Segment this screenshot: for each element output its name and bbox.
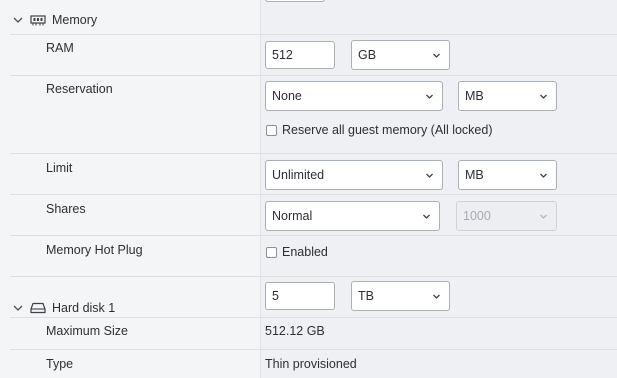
reservation-select[interactable]: None bbox=[265, 81, 443, 111]
reservation-value: None bbox=[272, 89, 302, 103]
caret-down-icon bbox=[426, 94, 433, 99]
memory-chip-icon bbox=[30, 15, 46, 26]
maximum-size-value: 512.12 GB bbox=[265, 324, 325, 338]
row-divider bbox=[10, 235, 617, 236]
limit-label: Limit bbox=[46, 161, 73, 175]
caret-down-icon bbox=[433, 294, 440, 299]
caret-down-icon bbox=[433, 53, 440, 58]
memory-section-header[interactable]: Memory bbox=[12, 13, 97, 27]
caret-down-icon bbox=[540, 214, 547, 219]
reserve-all-memory-checkbox[interactable] bbox=[266, 124, 277, 136]
limit-unit-value: MB bbox=[465, 168, 484, 182]
ram-unit-value: GB bbox=[358, 48, 377, 62]
row-divider bbox=[10, 34, 617, 35]
ram-unit-select[interactable]: GB bbox=[351, 40, 450, 70]
row-divider bbox=[10, 194, 617, 195]
reserve-all-memory-label: Reserve all guest memory (All locked) bbox=[282, 123, 493, 137]
memory-hot-plug-checkbox[interactable] bbox=[266, 246, 277, 258]
shares-value: Normal bbox=[272, 209, 313, 223]
memory-hot-plug-checkbox-label: Enabled bbox=[282, 245, 328, 259]
chevron-down-icon[interactable] bbox=[12, 302, 24, 314]
hard-disk-section-header[interactable]: Hard disk 1 bbox=[12, 301, 115, 315]
row-divider bbox=[10, 75, 617, 76]
caret-down-icon bbox=[426, 173, 433, 178]
hard-disk-section-title: Hard disk 1 bbox=[52, 301, 116, 315]
disk-type-value: Thin provisioned bbox=[265, 357, 357, 371]
previous-field-partial[interactable] bbox=[265, 0, 325, 2]
ram-label: RAM bbox=[46, 41, 74, 55]
labels-column bbox=[0, 0, 261, 378]
shares-label: Shares bbox=[46, 202, 86, 216]
row-divider bbox=[10, 276, 617, 277]
reservation-unit-select[interactable]: MB bbox=[458, 81, 557, 111]
caret-down-icon bbox=[540, 94, 547, 99]
row-divider bbox=[10, 153, 617, 154]
memory-hot-plug-checkbox-row[interactable]: Enabled bbox=[266, 245, 328, 259]
limit-value: Unlimited bbox=[272, 168, 325, 182]
chevron-down-icon[interactable] bbox=[12, 14, 24, 26]
maximum-size-label: Maximum Size bbox=[46, 324, 128, 338]
caret-down-icon bbox=[423, 214, 430, 219]
hard-disk-icon bbox=[30, 302, 46, 314]
limit-select[interactable]: Unlimited bbox=[265, 160, 443, 190]
row-divider bbox=[10, 349, 617, 350]
disk-type-label: Type bbox=[46, 357, 74, 371]
reservation-label: Reservation bbox=[46, 82, 113, 96]
row-divider bbox=[10, 317, 617, 318]
hard-disk-unit-select[interactable]: TB bbox=[351, 281, 450, 311]
reservation-unit-value: MB bbox=[465, 89, 484, 103]
caret-down-icon bbox=[540, 173, 547, 178]
shares-amount-select: 1000 bbox=[456, 201, 557, 231]
shares-select[interactable]: Normal bbox=[265, 201, 440, 231]
ram-input[interactable]: 512 bbox=[265, 41, 335, 69]
shares-amount-value: 1000 bbox=[463, 209, 491, 223]
limit-unit-select[interactable]: MB bbox=[458, 160, 557, 190]
memory-section-title: Memory bbox=[52, 13, 98, 27]
hard-disk-size-input[interactable]: 5 bbox=[265, 282, 335, 310]
hard-disk-unit-value: TB bbox=[358, 289, 374, 303]
reserve-all-memory-checkbox-row[interactable]: Reserve all guest memory (All locked) bbox=[266, 123, 493, 137]
memory-hot-plug-label: Memory Hot Plug bbox=[46, 243, 143, 257]
